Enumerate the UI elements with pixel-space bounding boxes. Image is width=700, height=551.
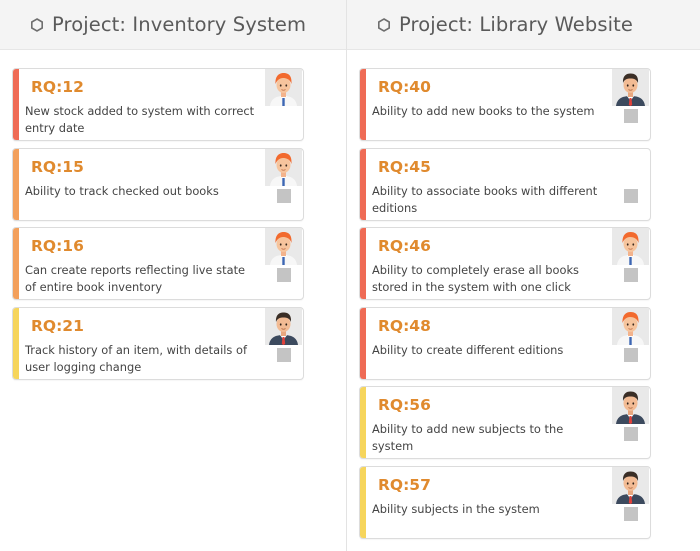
requirement-id[interactable]: RQ:46 xyxy=(378,237,431,255)
female-red-hair-avatar[interactable] xyxy=(265,69,302,106)
hexagon-icon xyxy=(377,17,390,32)
requirement-id[interactable]: RQ:48 xyxy=(378,317,431,335)
priority-stripe xyxy=(360,467,366,538)
priority-stripe xyxy=(360,149,366,220)
requirement-description: Ability subjects in the system xyxy=(372,502,540,516)
priority-stripe xyxy=(13,69,19,140)
requirement-card[interactable]: RQ:40 Ability to add new books to the sys… xyxy=(359,68,651,141)
requirement-card[interactable]: RQ:57 Ability subjects in the system xyxy=(359,466,651,539)
requirement-id[interactable]: RQ:40 xyxy=(378,78,431,96)
column-library-website: Project: Library Website RQ:40 Ability to… xyxy=(347,0,700,551)
requirement-card[interactable]: RQ:48 Ability to create different edition… xyxy=(359,307,651,380)
requirement-card[interactable]: RQ:12 New stock added to system with corr… xyxy=(12,68,304,141)
male-suit-avatar[interactable] xyxy=(612,467,649,504)
requirement-description: Ability to associate books with differen… xyxy=(372,184,598,215)
male-suit-avatar[interactable] xyxy=(612,387,649,424)
female-red-hair-avatar[interactable] xyxy=(612,308,649,345)
requirement-card[interactable]: RQ:46 Ability to completely erase all boo… xyxy=(359,227,651,300)
hexagon-icon xyxy=(30,17,43,32)
female-red-hair-avatar[interactable] xyxy=(265,228,302,265)
card-checkbox[interactable] xyxy=(277,189,291,203)
requirement-card[interactable]: RQ:56 Ability to add new subjects to the … xyxy=(359,386,651,459)
requirement-description: Ability to track checked out books xyxy=(25,184,219,198)
column-title: Project: Library Website xyxy=(399,13,634,36)
requirement-card[interactable]: RQ:15 Ability to track checked out books xyxy=(12,148,304,221)
priority-stripe xyxy=(13,228,19,299)
female-red-hair-avatar[interactable] xyxy=(612,228,649,265)
card-checkbox[interactable] xyxy=(277,348,291,362)
card-checkbox[interactable] xyxy=(624,427,638,441)
requirement-id[interactable]: RQ:21 xyxy=(31,317,84,335)
column-title: Project: Inventory System xyxy=(52,13,307,36)
card-checkbox[interactable] xyxy=(624,507,638,521)
column-header: Project: Inventory System xyxy=(0,0,346,50)
requirement-id[interactable]: RQ:57 xyxy=(378,476,431,494)
column-inventory-system: Project: Inventory System RQ:12 New stock… xyxy=(0,0,346,551)
requirement-description: Can create reports reflecting live state… xyxy=(25,263,246,294)
requirement-id[interactable]: RQ:12 xyxy=(31,78,84,96)
requirement-card[interactable]: RQ:21 Track history of an item, with deta… xyxy=(12,307,304,380)
column-header: Project: Library Website xyxy=(347,0,700,50)
priority-stripe xyxy=(360,228,366,299)
requirement-description: Ability to add new subjects to the syste… xyxy=(372,422,564,453)
requirement-description: Ability to add new books to the system xyxy=(372,104,595,118)
requirement-id[interactable]: RQ:45 xyxy=(378,158,431,176)
requirement-id[interactable]: RQ:16 xyxy=(31,237,84,255)
male-suit-avatar[interactable] xyxy=(612,69,649,106)
priority-stripe xyxy=(360,308,366,379)
card-checkbox[interactable] xyxy=(277,268,291,282)
male-suit-avatar[interactable] xyxy=(265,308,302,345)
priority-stripe xyxy=(360,387,366,458)
requirement-id[interactable]: RQ:56 xyxy=(378,396,431,414)
priority-stripe xyxy=(13,308,19,379)
card-checkbox[interactable] xyxy=(624,268,638,282)
card-checkbox[interactable] xyxy=(624,189,638,203)
requirement-description: Track history of an item, with details o… xyxy=(25,343,247,374)
female-red-hair-avatar[interactable] xyxy=(265,149,302,186)
requirement-card[interactable]: RQ:16 Can create reports reflecting live … xyxy=(12,227,304,300)
card-checkbox[interactable] xyxy=(624,109,638,123)
requirement-card[interactable]: RQ:45 Ability to associate books with dif… xyxy=(359,148,651,221)
requirement-description: New stock added to system with correct e… xyxy=(25,104,255,135)
requirement-description: Ability to completely erase all books st… xyxy=(372,263,579,294)
card-checkbox[interactable] xyxy=(624,348,638,362)
requirement-id[interactable]: RQ:15 xyxy=(31,158,84,176)
priority-stripe xyxy=(13,149,19,220)
requirement-description: Ability to create different editions xyxy=(372,343,564,357)
priority-stripe xyxy=(360,69,366,140)
